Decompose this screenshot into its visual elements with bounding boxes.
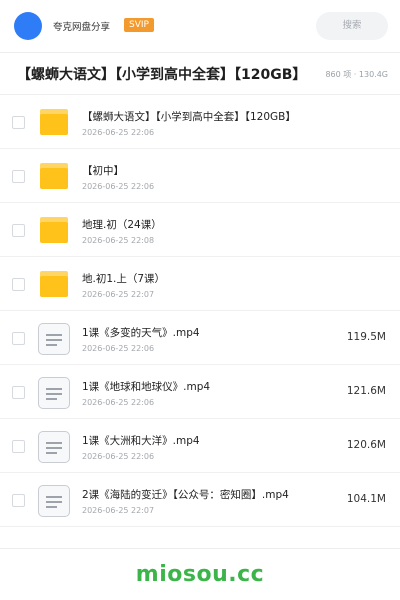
- row-checkbox[interactable]: [12, 116, 25, 129]
- item-date: 2026-06-25 22:06: [82, 452, 155, 461]
- item-name: 1课《大洲和大洋》.mp4: [82, 435, 200, 447]
- item-name: 【初中】: [82, 165, 124, 177]
- list-item[interactable]: 2课《海陆的变迁》【公众号：密知圈】.mp4 2026-06-25 22:07 10…: [0, 473, 400, 527]
- item-name: 地理.初（24课）: [82, 219, 162, 231]
- item-date: 2026-06-25 22:07: [82, 290, 155, 299]
- item-name: 2课《海陆的变迁》【公众号：密知圈】.mp4: [82, 489, 289, 501]
- item-name: 1课《多变的天气》.mp4: [82, 327, 200, 339]
- file-icon: [38, 485, 70, 517]
- row-checkbox[interactable]: [12, 386, 25, 399]
- folder-icon: [38, 107, 70, 139]
- item-size: 120.6M: [346, 439, 386, 451]
- file-list: 【螺蛳大语文】【小学到高中全套】【120GB】 2026-06-25 22:06 【…: [0, 95, 400, 527]
- item-date: 2026-06-25 22:06: [82, 398, 155, 407]
- watermark: miosou.cc: [135, 562, 265, 587]
- item-date: 2026-06-25 22:07: [82, 506, 155, 515]
- list-item[interactable]: 1课《地球和地球仪》.mp4 2026-06-25 22:06 121.6M: [0, 365, 400, 419]
- list-item[interactable]: 1课《多变的天气》.mp4 2026-06-25 22:06 119.5M: [0, 311, 400, 365]
- folder-icon: [38, 269, 70, 301]
- file-icon: [38, 431, 70, 463]
- item-date: 2026-06-25 22:06: [82, 182, 155, 191]
- item-date: 2026-06-25 22:06: [82, 344, 155, 353]
- list-item[interactable]: 地理.初（24课） 2026-06-25 22:08: [0, 203, 400, 257]
- header: 夸克网盘分享 SVIP 搜索: [0, 0, 400, 52]
- item-name: 【螺蛳大语文】【小学到高中全套】【120GB】: [82, 111, 296, 123]
- file-icon: [38, 323, 70, 355]
- folder-icon: [38, 215, 70, 247]
- list-item[interactable]: 【螺蛳大语文】【小学到高中全套】【120GB】 2026-06-25 22:06: [0, 95, 400, 149]
- file-icon: [38, 377, 70, 409]
- page-title: 【螺蛳大语文】【小学到高中全套】【120GB】: [17, 67, 307, 83]
- avatar[interactable]: [14, 12, 42, 40]
- row-checkbox[interactable]: [12, 332, 25, 345]
- row-checkbox[interactable]: [12, 440, 25, 453]
- divider: [0, 548, 400, 549]
- divider: [0, 52, 400, 53]
- item-date: 2026-06-25 22:06: [82, 128, 155, 137]
- row-checkbox[interactable]: [12, 278, 25, 291]
- row-checkbox[interactable]: [12, 170, 25, 183]
- item-size: 119.5M: [346, 331, 386, 343]
- item-name: 1课《地球和地球仪》.mp4: [82, 381, 211, 393]
- svip-badge: SVIP: [124, 18, 154, 32]
- item-size: 104.1M: [346, 493, 386, 505]
- item-size: 121.6M: [346, 385, 386, 397]
- list-item[interactable]: 【初中】 2026-06-25 22:06: [0, 149, 400, 203]
- item-date: 2026-06-25 22:08: [82, 236, 155, 245]
- row-checkbox[interactable]: [12, 224, 25, 237]
- item-name: 地.初1.上（7课）: [82, 273, 166, 285]
- share-name: 夸克网盘分享: [53, 22, 111, 33]
- list-item[interactable]: 1课《大洲和大洋》.mp4 2026-06-25 22:06 120.6M: [0, 419, 400, 473]
- folder-icon: [38, 161, 70, 193]
- item-count-meta: 860 项 · 130.4G: [325, 70, 388, 79]
- list-item[interactable]: 地.初1.上（7课） 2026-06-25 22:07: [0, 257, 400, 311]
- row-checkbox[interactable]: [12, 494, 25, 507]
- search-input[interactable]: 搜索: [316, 12, 388, 40]
